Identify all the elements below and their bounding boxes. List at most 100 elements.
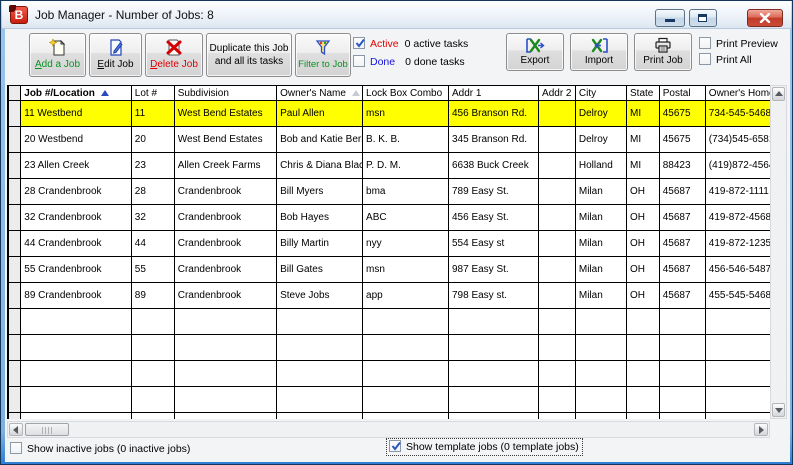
table-cell[interactable]: bma	[363, 179, 449, 205]
app-icon[interactable]: B	[10, 6, 28, 24]
table-cell[interactable]: Steve Jobs	[277, 283, 363, 309]
table-cell[interactable]: 55 Crandenbrook	[21, 257, 132, 283]
table-cell[interactable]: 11 Westbend	[21, 101, 132, 127]
table-cell[interactable]: Milan	[575, 179, 626, 205]
column-header-job-location[interactable]: Job #/Location	[21, 86, 132, 101]
table-cell[interactable]: P. D. M.	[363, 153, 449, 179]
add-job-button[interactable]: Add a Job	[29, 33, 86, 77]
table-cell[interactable]: 28	[131, 179, 174, 205]
scroll-left-button[interactable]	[9, 423, 23, 436]
delete-job-button[interactable]: Delete Job	[145, 33, 203, 77]
row-selector[interactable]	[9, 127, 21, 153]
table-cell[interactable]: MI	[627, 127, 660, 153]
table-cell[interactable]	[539, 231, 576, 257]
table-cell[interactable]: 32 Crandenbrook	[21, 205, 132, 231]
scroll-up-button[interactable]	[772, 87, 785, 101]
table-cell[interactable]: OH	[627, 283, 660, 309]
table-cell[interactable]: 89 Crandenbrook	[21, 283, 132, 309]
table-cell[interactable]: 456 Branson Rd.	[448, 101, 538, 127]
table-cell[interactable]: 455-545-5468	[705, 283, 770, 309]
maximize-button[interactable]	[689, 9, 717, 27]
select-all-corner[interactable]	[9, 86, 21, 101]
table-cell[interactable]: Bill Gates	[277, 257, 363, 283]
table-row[interactable]: 55 Crandenbrook55CrandenbrookBill Gatesm…	[9, 257, 771, 283]
table-cell[interactable]: Chris & Diana Black	[277, 153, 363, 179]
table-cell[interactable]: 45675	[659, 101, 705, 127]
table-cell[interactable]: 28 Crandenbrook	[21, 179, 132, 205]
table-cell[interactable]: OH	[627, 179, 660, 205]
table-cell[interactable]: Crandenbrook	[174, 179, 276, 205]
table-cell[interactable]: (419)872-4564	[705, 153, 770, 179]
table-cell[interactable]: Crandenbrook	[174, 257, 276, 283]
table-cell[interactable]: 23	[131, 153, 174, 179]
show-template-jobs-checkbox[interactable]	[389, 440, 401, 452]
table-cell[interactable]: 32	[131, 205, 174, 231]
table-cell[interactable]: Milan	[575, 283, 626, 309]
row-selector[interactable]	[9, 205, 21, 231]
table-cell[interactable]: 88423	[659, 153, 705, 179]
table-cell[interactable]: 419-872-1111	[705, 179, 770, 205]
table-cell[interactable]: 554 Easy st	[448, 231, 538, 257]
row-selector[interactable]	[9, 179, 21, 205]
horizontal-scrollbar[interactable]	[7, 421, 770, 438]
show-inactive-jobs-checkbox[interactable]	[10, 442, 22, 454]
horizontal-scroll-thumb[interactable]	[25, 423, 69, 436]
table-cell[interactable]: Billy Martin	[277, 231, 363, 257]
table-row[interactable]: 28 Crandenbrook28CrandenbrookBill Myersb…	[9, 179, 771, 205]
table-row[interactable]: 11 Westbend11West Bend EstatesPaul Allen…	[9, 101, 771, 127]
minimize-button[interactable]	[655, 9, 685, 27]
filter-to-job-button[interactable]: Filter to Job	[295, 33, 351, 77]
table-cell[interactable]: MI	[627, 153, 660, 179]
table-cell[interactable]	[539, 153, 576, 179]
table-cell[interactable]: Milan	[575, 231, 626, 257]
table-cell[interactable]: OH	[627, 231, 660, 257]
table-cell[interactable]: 419-872-4568	[705, 205, 770, 231]
table-cell[interactable]: Bob and Katie Berlin	[277, 127, 363, 153]
table-cell[interactable]: Bob Hayes	[277, 205, 363, 231]
table-cell[interactable]: Holland	[575, 153, 626, 179]
table-cell[interactable]: 11	[131, 101, 174, 127]
table-cell[interactable]: West Bend Estates	[174, 127, 276, 153]
row-selector[interactable]	[9, 283, 21, 309]
table-cell[interactable]: nyy	[363, 231, 449, 257]
column-header-state[interactable]: State	[627, 86, 660, 101]
scroll-right-button[interactable]	[754, 423, 768, 436]
table-cell[interactable]: msn	[363, 257, 449, 283]
table-cell[interactable]: Paul Allen	[277, 101, 363, 127]
table-cell[interactable]: 798 Easy st.	[448, 283, 538, 309]
table-row[interactable]: 23 Allen Creek23Allen Creek FarmsChris &…	[9, 153, 771, 179]
table-cell[interactable]: 6638 Buck Creek	[448, 153, 538, 179]
column-header-addr-1[interactable]: Addr 1	[448, 86, 538, 101]
table-cell[interactable]	[539, 101, 576, 127]
table-cell[interactable]: MI	[627, 101, 660, 127]
row-selector[interactable]	[9, 257, 21, 283]
table-row[interactable]: 20 Westbend20West Bend EstatesBob and Ka…	[9, 127, 771, 153]
scroll-down-button[interactable]	[772, 403, 785, 417]
column-header-lot-[interactable]: Lot #	[131, 86, 174, 101]
table-cell[interactable]: Milan	[575, 205, 626, 231]
table-cell[interactable]: 20	[131, 127, 174, 153]
table-cell[interactable]: app	[363, 283, 449, 309]
table-cell[interactable]: 45687	[659, 179, 705, 205]
table-cell[interactable]: OH	[627, 257, 660, 283]
table-cell[interactable]: 345 Branson Rd.	[448, 127, 538, 153]
table-row[interactable]: 44 Crandenbrook44CrandenbrookBilly Marti…	[9, 231, 771, 257]
table-row[interactable]: 89 Crandenbrook89CrandenbrookSteve Jobsa…	[9, 283, 771, 309]
export-button[interactable]: Export	[506, 33, 564, 71]
table-cell[interactable]: 45687	[659, 283, 705, 309]
table-cell[interactable]: 456 Easy St.	[448, 205, 538, 231]
table-cell[interactable]: 20 Westbend	[21, 127, 132, 153]
table-cell[interactable]: ABC	[363, 205, 449, 231]
table-cell[interactable]: 45687	[659, 257, 705, 283]
edit-job-button[interactable]: Edit Job	[89, 33, 142, 77]
table-cell[interactable]: (734)545-6581	[705, 127, 770, 153]
table-cell[interactable]: Crandenbrook	[174, 231, 276, 257]
table-cell[interactable]	[539, 127, 576, 153]
table-cell[interactable]: 23 Allen Creek	[21, 153, 132, 179]
duplicate-job-button[interactable]: Duplicate this Job and all its tasks	[206, 33, 292, 77]
close-button[interactable]	[747, 9, 783, 27]
row-selector[interactable]	[9, 153, 21, 179]
print-all-checkbox[interactable]	[699, 53, 711, 65]
table-cell[interactable]: Allen Creek Farms	[174, 153, 276, 179]
table-cell[interactable]: Bill Myers	[277, 179, 363, 205]
